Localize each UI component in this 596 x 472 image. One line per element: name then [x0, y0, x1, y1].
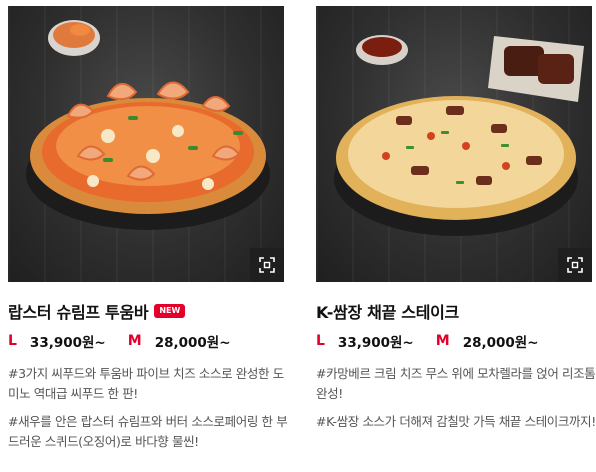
product-grid: 랍스터 슈림프 투움바 NEW L 33,900원~ M 28,000원~ #3…: [0, 0, 596, 472]
product-title[interactable]: K-쌈장 채끝 스테이크: [316, 299, 459, 323]
product-card-k-ssamjang-steak[interactable]: K-쌈장 채끝 스테이크 L 33,900원~ M 28,000원~ #카망베르…: [316, 6, 596, 440]
product-description: #카망베르 크림 치즈 무스 위에 모차렐라를 얹어 리조톰 완성! #K-쌈장…: [316, 364, 596, 432]
size-label-m: M: [127, 333, 142, 349]
zoom-expand-icon: [259, 257, 275, 273]
product-title-row: K-쌈장 채끝 스테이크: [316, 300, 592, 322]
price-m: 28,000원~: [462, 335, 539, 351]
product-image[interactable]: [316, 6, 592, 282]
price-m: 28,000원~: [154, 335, 231, 351]
description-line: #3가지 씨푸드와 투움바 파이브 치즈 소스로 완성한 도미노 역대급 씨푸드…: [8, 366, 284, 401]
description-line: #K-쌈장 소스가 더해져 감칠맛 가득 채끝 스테이크까지!: [316, 414, 596, 429]
price-row: L 33,900원~ M 28,000원~: [316, 330, 592, 352]
product-image[interactable]: [8, 6, 284, 282]
pizza-photo: [26, 20, 270, 230]
zoom-expand-icon: [567, 257, 583, 273]
size-label-l: L: [8, 333, 17, 349]
description-line: #새우를 안은 랍스터 슈림프와 버터 소스로페어링 한 부드러운 스퀴드(오징…: [8, 414, 288, 449]
price-row: L 33,900원~ M 28,000원~: [8, 330, 284, 352]
size-label-m: M: [435, 333, 450, 349]
pizza-photo: [334, 35, 584, 236]
zoom-button[interactable]: [558, 248, 592, 282]
product-card-lobster-shrimp-toowoomba[interactable]: 랍스터 슈림프 투움바 NEW L 33,900원~ M 28,000원~ #3…: [8, 6, 288, 460]
product-title[interactable]: 랍스터 슈림프 투움바: [8, 299, 149, 323]
price-l: 33,900원~: [29, 335, 106, 351]
product-title-row: 랍스터 슈림프 투움바 NEW: [8, 300, 284, 322]
new-badge: NEW: [154, 304, 186, 318]
size-label-l: L: [316, 333, 325, 349]
price-l: 33,900원~: [337, 335, 414, 351]
description-line: #카망베르 크림 치즈 무스 위에 모차렐라를 얹어 리조톰 완성!: [316, 366, 596, 401]
zoom-button[interactable]: [250, 248, 284, 282]
product-description: #3가지 씨푸드와 투움바 파이브 치즈 소스로 완성한 도미노 역대급 씨푸드…: [8, 364, 288, 452]
